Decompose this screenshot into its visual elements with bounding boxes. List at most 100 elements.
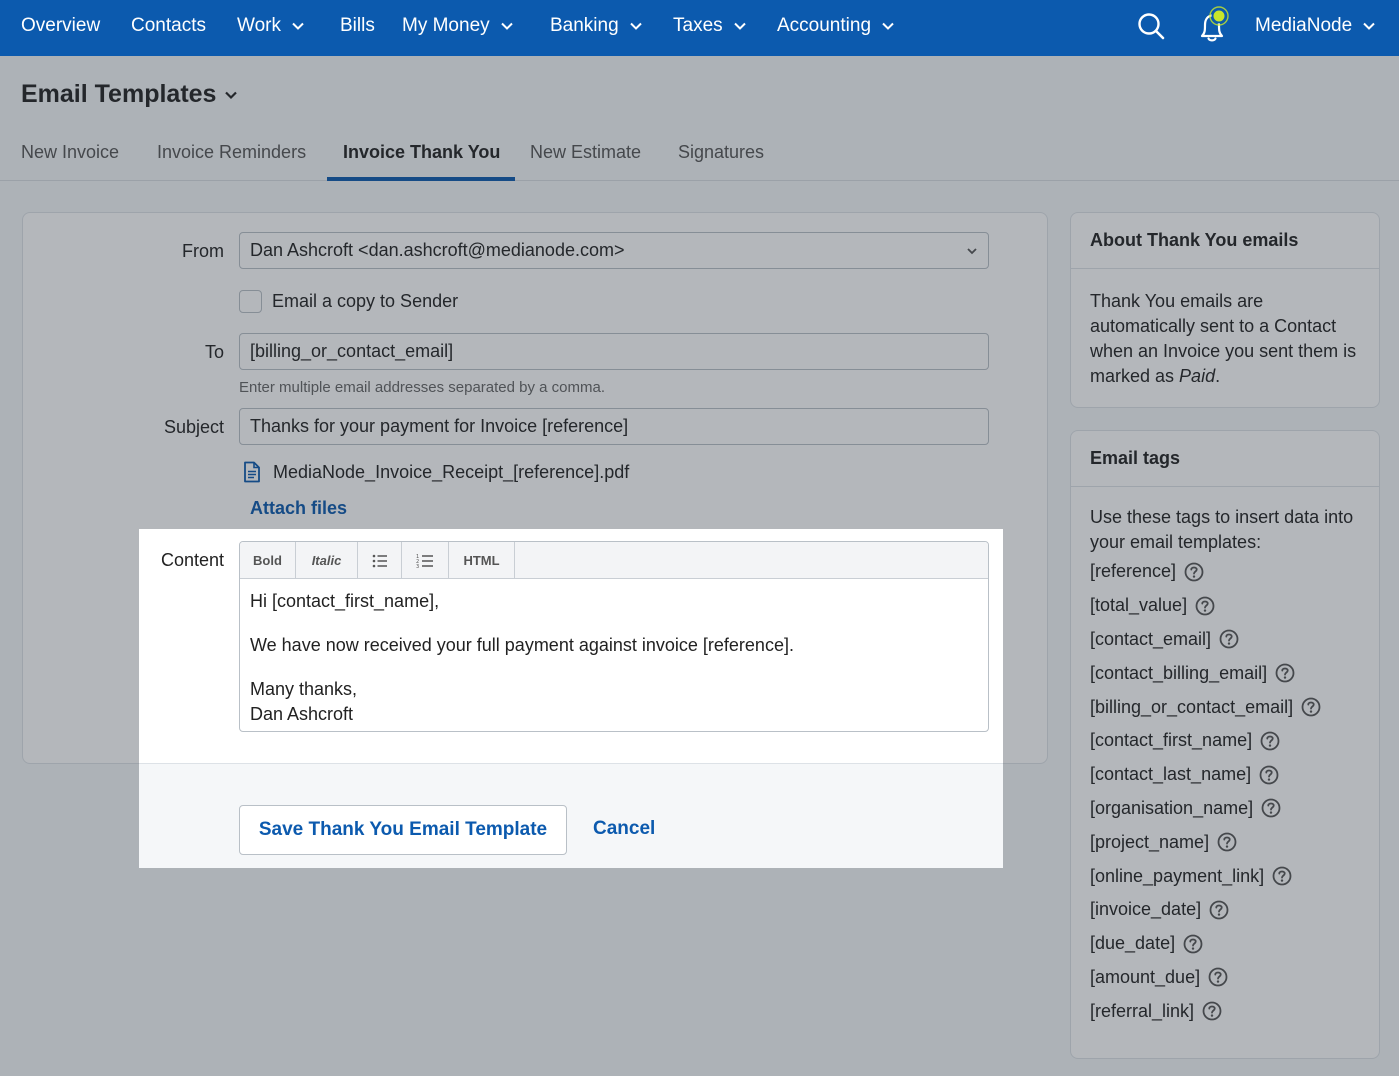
- email-tag-item: [due_date]: [1090, 927, 1360, 961]
- page-title: Email Templates: [21, 80, 217, 108]
- nav-item-taxes[interactable]: Taxes: [673, 0, 747, 52]
- nav-item-bills[interactable]: Bills: [340, 0, 375, 52]
- to-input[interactable]: [billing_or_contact_email]: [239, 333, 989, 370]
- attachment-name: MediaNode_Invoice_Receipt_[reference].pd…: [273, 461, 630, 482]
- tab-new-invoice[interactable]: New Invoice: [21, 142, 119, 163]
- save-template-button[interactable]: Save Thank You Email Template: [239, 805, 567, 855]
- email-tag-label: [contact_email]: [1090, 628, 1212, 649]
- chevron-down-icon: [225, 91, 238, 99]
- email-tag-label: [organisation_name]: [1090, 797, 1254, 818]
- email-tag-item: [referral_link]: [1090, 994, 1360, 1028]
- content-label: Content: [160, 550, 224, 570]
- email-tag-item: [organisation_name]: [1090, 792, 1360, 826]
- attach-files-link[interactable]: Attach files: [250, 498, 347, 519]
- email-tag-label: [due_date]: [1090, 933, 1176, 954]
- tab-invoice-reminders[interactable]: Invoice Reminders: [157, 142, 306, 163]
- nav-item-label: My Money: [402, 15, 490, 36]
- editor-toolbar: Bold Italic 1 2 3 HTML: [240, 542, 988, 579]
- help-icon[interactable]: [1184, 562, 1204, 582]
- top-navigation-bar: Overview Contacts Work Bills My Money Ba…: [0, 0, 1399, 56]
- nav-item-overview[interactable]: Overview: [21, 0, 100, 52]
- help-icon[interactable]: [1183, 934, 1203, 954]
- email-copy-label[interactable]: Email a copy to Sender: [272, 291, 458, 312]
- italic-button[interactable]: Italic: [296, 542, 358, 579]
- content-signature: Dan Ashcroft: [250, 704, 354, 724]
- html-button[interactable]: HTML: [449, 542, 515, 579]
- nav-item-label: Work: [237, 15, 281, 36]
- from-select[interactable]: Dan Ashcroft <dan.ashcroft@medianode.com…: [239, 232, 989, 269]
- help-icon[interactable]: [1202, 1001, 1222, 1021]
- email-tag-label: [contact_last_name]: [1090, 764, 1252, 785]
- help-icon[interactable]: [1301, 697, 1321, 717]
- email-tag-label: [referral_link]: [1090, 1000, 1195, 1021]
- chevron-down-icon: [882, 22, 894, 30]
- email-tag-item: [contact_first_name]: [1090, 724, 1360, 758]
- email-tag-item: [online_payment_link]: [1090, 859, 1360, 893]
- from-label: From: [182, 241, 224, 261]
- chevron-down-icon: [500, 22, 513, 30]
- email-tag-item: [total_value]: [1090, 589, 1360, 623]
- chevron-down-icon: [1363, 22, 1375, 30]
- email-tag-label: [reference]: [1090, 561, 1177, 582]
- email-tags-title: Email tags: [1071, 431, 1379, 487]
- help-icon[interactable]: [1217, 832, 1237, 852]
- nav-item-work[interactable]: Work: [237, 0, 305, 52]
- account-name: MediaNode: [1255, 15, 1353, 36]
- email-tag-item: [contact_last_name]: [1090, 758, 1360, 792]
- tab-new-estimate[interactable]: New Estimate: [530, 142, 641, 163]
- nav-item-my-money[interactable]: My Money: [402, 0, 514, 52]
- bold-button[interactable]: Bold: [240, 542, 296, 579]
- nav-item-banking[interactable]: Banking: [550, 0, 643, 52]
- email-tag-label: [project_name]: [1090, 831, 1210, 852]
- help-icon[interactable]: [1272, 866, 1292, 886]
- email-tag-item: [amount_due]: [1090, 961, 1360, 995]
- page-title-menu[interactable]: Email Templates: [21, 80, 238, 109]
- help-icon[interactable]: [1219, 629, 1239, 649]
- help-icon[interactable]: [1195, 596, 1215, 616]
- help-icon[interactable]: [1275, 663, 1295, 683]
- chevron-down-icon: [967, 248, 977, 255]
- search-button[interactable]: [1136, 0, 1166, 52]
- email-tag-label: [billing_or_contact_email]: [1090, 696, 1294, 717]
- cancel-link[interactable]: Cancel: [593, 818, 655, 840]
- bullet-list-button[interactable]: [358, 542, 402, 579]
- to-hint: Enter multiple email addresses separated…: [239, 379, 606, 396]
- help-icon[interactable]: [1208, 967, 1228, 987]
- about-text: Thank You emails are automatically sent …: [1090, 291, 1357, 386]
- notifications-button[interactable]: [1194, 0, 1234, 52]
- to-label: To: [204, 342, 224, 362]
- tab-signatures[interactable]: Signatures: [678, 142, 764, 163]
- nav-item-contacts[interactable]: Contacts: [131, 0, 206, 52]
- numbered-list-icon: 1 2 3: [416, 554, 433, 569]
- nav-item-label: Banking: [550, 15, 619, 36]
- email-tag-item: [billing_or_contact_email]: [1090, 690, 1360, 724]
- subject-input[interactable]: Thanks for your payment for Invoice [ref…: [239, 408, 989, 445]
- help-icon[interactable]: [1259, 765, 1279, 785]
- bullet-list-icon: [372, 554, 387, 567]
- tab-invoice-thank-you[interactable]: Invoice Thank You: [343, 142, 500, 163]
- help-icon[interactable]: [1261, 798, 1281, 818]
- email-copy-checkbox[interactable]: [239, 290, 262, 313]
- editor-content[interactable]: Hi [contact_first_name], We have now rec…: [250, 589, 794, 727]
- nav-item-accounting[interactable]: Accounting: [777, 0, 895, 52]
- chevron-down-icon: [292, 22, 304, 30]
- template-tabs: New Invoice Invoice Reminders Invoice Th…: [0, 130, 1399, 181]
- email-tags-body: Use these tags to insert data into your …: [1071, 487, 1379, 1048]
- about-text-emphasis: Paid: [1179, 366, 1216, 386]
- email-tag-label: [contact_billing_email]: [1090, 662, 1268, 683]
- help-icon[interactable]: [1209, 900, 1229, 920]
- attachment-item[interactable]: MediaNode_Invoice_Receipt_[reference].pd…: [243, 461, 629, 483]
- chevron-down-icon: [733, 22, 746, 30]
- about-thank-you-card: About Thank You emails Thank You emails …: [1070, 212, 1380, 408]
- numbered-list-button[interactable]: 1 2 3: [402, 542, 449, 579]
- email-tags-card: Email tags Use these tags to insert data…: [1070, 430, 1380, 1059]
- svg-text:3: 3: [416, 564, 419, 569]
- account-menu[interactable]: MediaNode: [1255, 0, 1376, 52]
- nav-item-label: Contacts: [131, 15, 206, 36]
- email-tag-item: [contact_billing_email]: [1090, 656, 1360, 690]
- nav-item-label: Accounting: [777, 15, 872, 36]
- nav-item-label: Bills: [340, 15, 375, 36]
- help-icon[interactable]: [1260, 731, 1280, 751]
- email-tag-item: [invoice_date]: [1090, 893, 1360, 927]
- search-icon: [1138, 13, 1165, 40]
